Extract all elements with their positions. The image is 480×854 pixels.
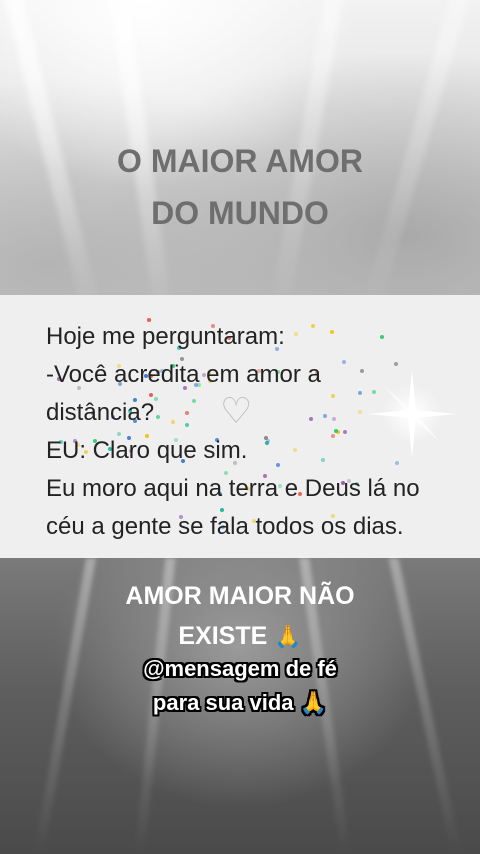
message-word: acredita: [114, 361, 200, 388]
message-line: Hoje me perguntaram:: [46, 323, 285, 350]
message-line: Eu moro aqui na terra e Deus lá no: [46, 475, 420, 502]
message-word: em: [206, 361, 240, 388]
handle-line-2: para sua vida 🙏: [0, 686, 480, 720]
message-word: a: [307, 361, 321, 388]
footer-line-2-text: EXISTE: [178, 622, 268, 650]
message-word: -Você: [46, 361, 108, 388]
message-word: amor: [246, 361, 301, 388]
card-message: Hoje me perguntaram: -Você acredita em a…: [46, 318, 430, 546]
footer-line-1: AMOR MAIOR NÃO: [125, 582, 355, 610]
footer-line-2: EXISTE 🙏: [0, 616, 480, 657]
title-line-1: O MAIOR AMOR: [117, 143, 363, 179]
praying-hands-icon: 🙏: [299, 690, 328, 715]
handle-line-2-text: para sua vida: [152, 690, 294, 715]
handle-line-1: @mensagem de fé: [143, 656, 337, 681]
title-line-2: DO MUNDO: [151, 195, 329, 231]
praying-hands-icon: 🙏: [274, 624, 302, 649]
message-line: -Você acredita em amor a: [46, 356, 430, 394]
message-line: distância?: [46, 399, 155, 426]
message-line: céu a gente se fala todos os dias.: [46, 513, 404, 540]
message-line: EU: Claro que sim.: [46, 437, 248, 464]
